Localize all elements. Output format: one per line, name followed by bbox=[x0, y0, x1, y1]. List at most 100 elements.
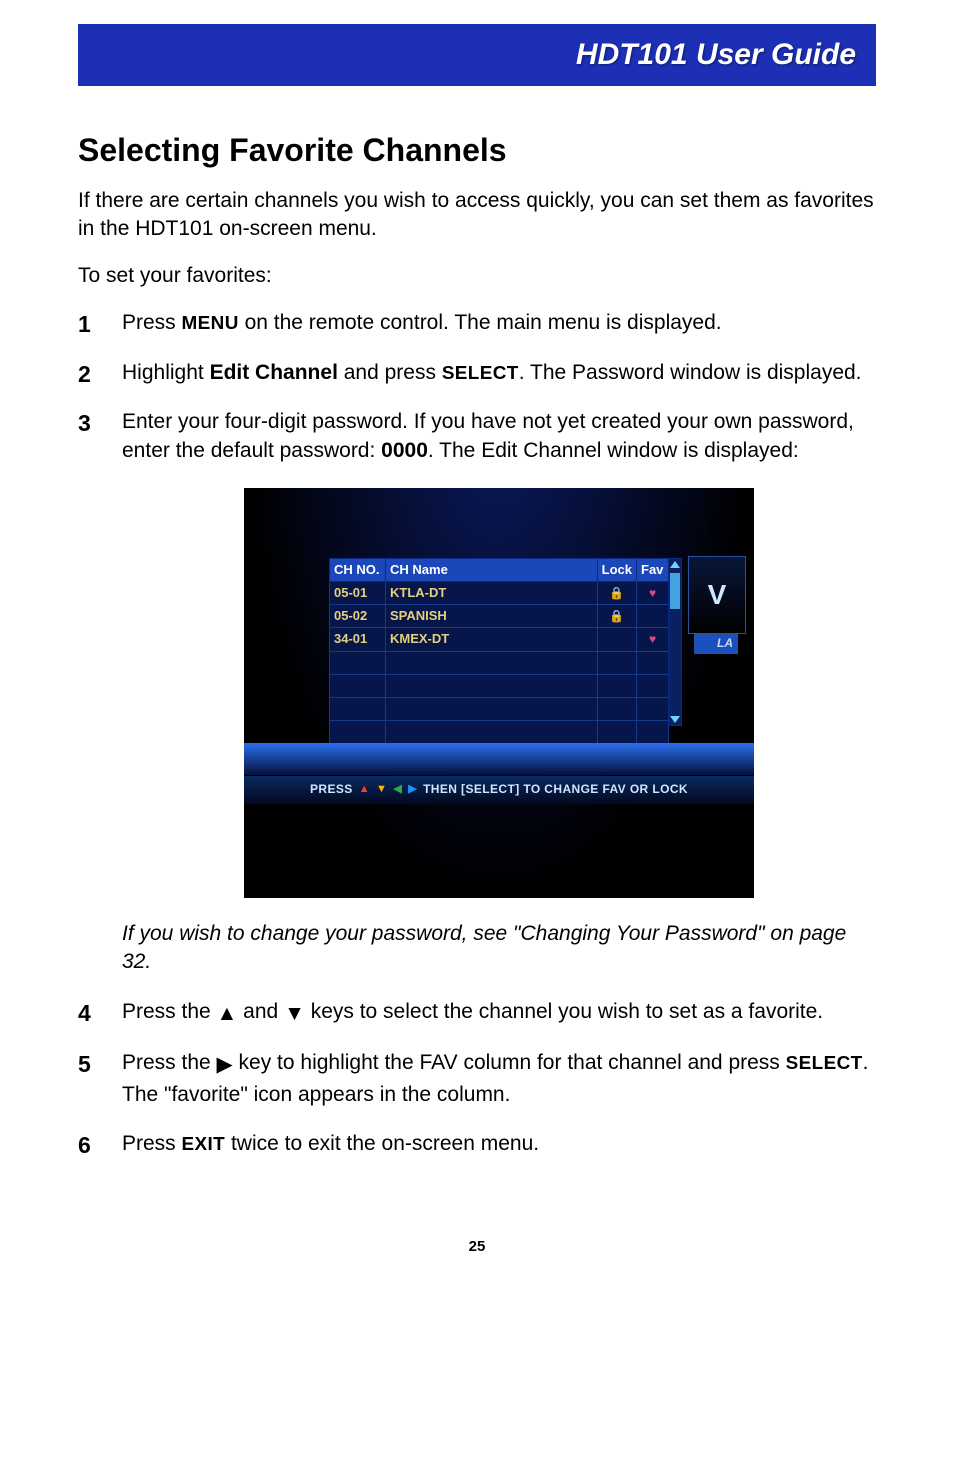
channel-table: CH NO. CH Name Lock Fav 05-01KTLA-DT🔒♥05… bbox=[329, 558, 669, 768]
arrow-left-icon: ◀ bbox=[393, 782, 402, 797]
step-5: 5 Press the ▶ key to highlight the FAV c… bbox=[78, 1048, 876, 1109]
table-row-empty bbox=[330, 697, 669, 720]
cell-chno: 05-01 bbox=[330, 581, 386, 604]
cell-chno: 05-02 bbox=[330, 605, 386, 628]
header-band: HDT101 User Guide bbox=[78, 24, 876, 86]
col-lock: Lock bbox=[597, 558, 636, 581]
cell-chno: 34-01 bbox=[330, 628, 386, 651]
hint-rest: THEN [SELECT] TO CHANGE FAV OR LOCK bbox=[423, 781, 688, 798]
intro-paragraph: If there are certain channels you wish t… bbox=[78, 187, 876, 244]
step-text: twice to exit the on-screen menu. bbox=[225, 1132, 539, 1155]
heart-icon: ♥ bbox=[649, 586, 656, 600]
step-6: 6 Press EXIT twice to exit the on-screen… bbox=[78, 1129, 876, 1158]
cell-fav[interactable]: ♥ bbox=[637, 628, 669, 651]
select-key: SELECT bbox=[786, 1053, 863, 1074]
table-row-empty bbox=[330, 651, 669, 674]
step-2: 2 Highlight Edit Channel and press SELEC… bbox=[78, 358, 876, 387]
table-row-empty bbox=[330, 721, 669, 744]
step-text: Press bbox=[122, 311, 182, 334]
password-note: If you wish to change your password, see… bbox=[122, 920, 876, 977]
step-text: and bbox=[237, 1000, 284, 1023]
cell-empty bbox=[637, 721, 669, 744]
cell-empty bbox=[637, 674, 669, 697]
steps-list: 1 Press MENU on the remote control. The … bbox=[78, 308, 876, 1158]
preview-thumbnail: V bbox=[688, 556, 746, 634]
cell-empty bbox=[637, 651, 669, 674]
page-heading: Selecting Favorite Channels bbox=[78, 132, 876, 169]
step-1: 1 Press MENU on the remote control. The … bbox=[78, 308, 876, 337]
arrow-right-icon: ▶ bbox=[217, 1050, 233, 1079]
step-text: on the remote control. The main menu is … bbox=[239, 311, 722, 334]
table-row[interactable]: 34-01KMEX-DT ♥ bbox=[330, 628, 669, 651]
arrow-right-icon: ▶ bbox=[408, 782, 417, 797]
arrow-up-icon: ▲ bbox=[217, 999, 238, 1028]
doc-title: HDT101 User Guide bbox=[576, 38, 856, 71]
menu-key: MENU bbox=[182, 313, 239, 334]
cell-empty bbox=[330, 674, 386, 697]
step-number: 2 bbox=[78, 358, 91, 390]
step-text: Press the bbox=[122, 1051, 217, 1074]
step-number: 4 bbox=[78, 997, 91, 1029]
step-text: keys to select the channel you wish to s… bbox=[305, 1000, 823, 1023]
step-number: 5 bbox=[78, 1048, 91, 1080]
cell-lock[interactable]: 🔒 bbox=[597, 605, 636, 628]
hint-bar: PRESS ▲ ▼ ◀ ▶ THEN [SELECT] TO CHANGE FAV O… bbox=[244, 776, 754, 804]
lead-paragraph: To set your favorites: bbox=[78, 262, 876, 290]
cell-empty bbox=[637, 697, 669, 720]
step-3: 3 Enter your four-digit password. If you… bbox=[78, 407, 876, 977]
cell-fav[interactable]: ♥ bbox=[637, 581, 669, 604]
exit-key: EXIT bbox=[182, 1134, 226, 1155]
scroll-down-icon[interactable] bbox=[670, 716, 680, 723]
scrollbar[interactable] bbox=[668, 558, 682, 726]
table-row-empty bbox=[330, 674, 669, 697]
select-key: SELECT bbox=[442, 363, 519, 384]
cell-empty bbox=[597, 721, 636, 744]
lock-icon: 🔒 bbox=[609, 586, 624, 600]
cell-lock[interactable]: 🔒 bbox=[597, 581, 636, 604]
cell-empty bbox=[386, 697, 598, 720]
step-text: Highlight bbox=[122, 361, 210, 384]
screenshot-container: CH NO. CH Name Lock Fav 05-01KTLA-DT🔒♥05… bbox=[122, 488, 876, 898]
step-text: . The Edit Channel window is displayed: bbox=[428, 439, 799, 462]
cell-empty bbox=[386, 651, 598, 674]
cell-empty bbox=[386, 674, 598, 697]
step-number: 6 bbox=[78, 1129, 91, 1161]
lock-icon: 🔒 bbox=[609, 609, 624, 623]
cell-chname: KTLA-DT bbox=[386, 581, 598, 604]
step-number: 3 bbox=[78, 407, 91, 439]
menu-item-name: Edit Channel bbox=[210, 361, 338, 384]
arrow-down-icon: ▼ bbox=[376, 782, 387, 797]
cell-empty bbox=[330, 721, 386, 744]
edit-channel-screenshot: CH NO. CH Name Lock Fav 05-01KTLA-DT🔒♥05… bbox=[244, 488, 754, 898]
page-number: 25 bbox=[78, 1238, 876, 1255]
hint-press: PRESS bbox=[310, 781, 353, 798]
default-password: 0000 bbox=[381, 439, 428, 462]
step-4: 4 Press the ▲ and ▼ keys to select the c… bbox=[78, 997, 876, 1028]
step-text: . The Password window is displayed. bbox=[519, 361, 862, 384]
col-chname: CH Name bbox=[386, 558, 598, 581]
cell-fav[interactable] bbox=[637, 605, 669, 628]
step-text: key to highlight the FAV column for that… bbox=[233, 1051, 786, 1074]
cell-empty bbox=[386, 721, 598, 744]
preview-label: LA bbox=[694, 634, 738, 654]
cell-empty bbox=[597, 674, 636, 697]
arrow-up-icon: ▲ bbox=[359, 782, 370, 797]
step-number: 1 bbox=[78, 308, 91, 340]
scroll-up-icon[interactable] bbox=[670, 561, 680, 568]
cell-chname: KMEX-DT bbox=[386, 628, 598, 651]
cell-empty bbox=[597, 697, 636, 720]
glow-bar bbox=[244, 743, 754, 775]
cell-empty bbox=[330, 697, 386, 720]
table-row[interactable]: 05-01KTLA-DT 🔒 ♥ bbox=[330, 581, 669, 604]
col-chno: CH NO. bbox=[330, 558, 386, 581]
step-text: Press the bbox=[122, 1000, 217, 1023]
heart-icon: ♥ bbox=[649, 632, 656, 646]
step-text: and press bbox=[338, 361, 442, 384]
cell-lock[interactable] bbox=[597, 628, 636, 651]
table-row[interactable]: 05-02SPANISH 🔒 bbox=[330, 605, 669, 628]
cell-empty bbox=[330, 651, 386, 674]
cell-empty bbox=[597, 651, 636, 674]
cell-chname: SPANISH bbox=[386, 605, 598, 628]
step-text: Press bbox=[122, 1132, 182, 1155]
col-fav: Fav bbox=[637, 558, 669, 581]
